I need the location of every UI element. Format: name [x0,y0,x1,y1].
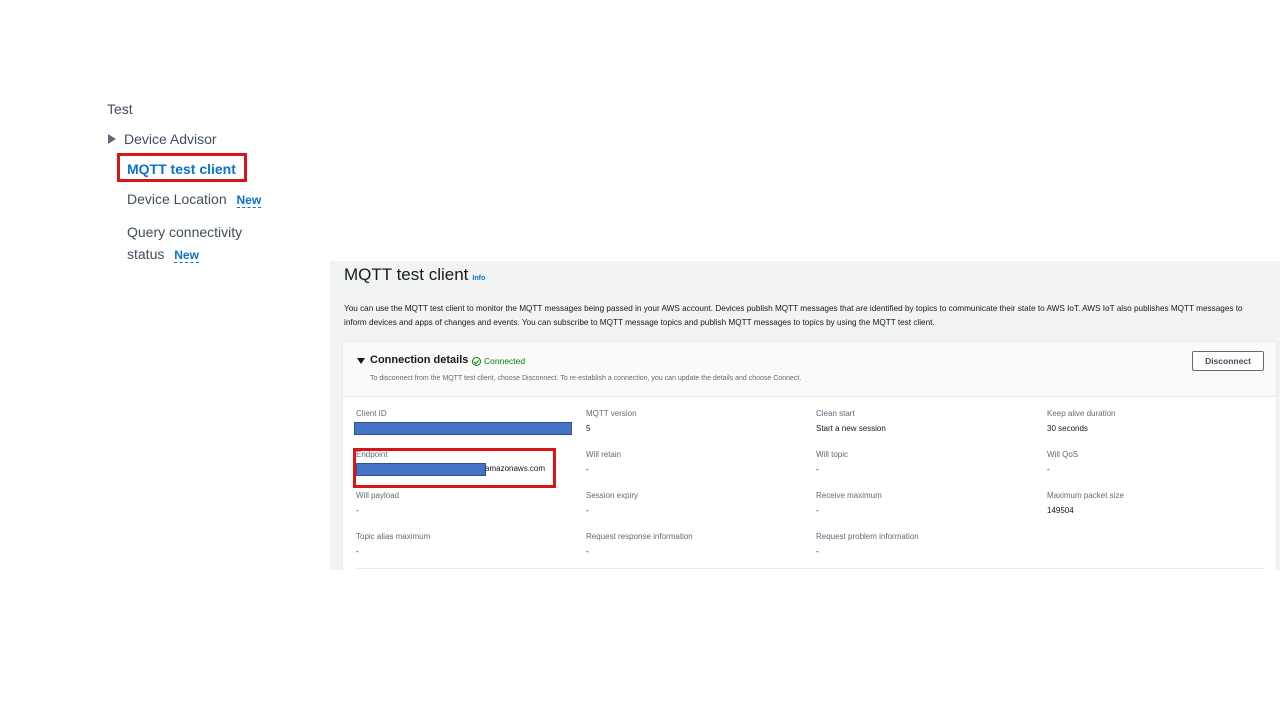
field-value: - [586,465,589,474]
field-value: - [586,547,589,556]
nav-item-label: Device Location [127,191,227,207]
redacted-client-id [354,422,572,435]
nav-item-mqtt-test-client[interactable]: MQTT test client [127,161,236,177]
field-value: - [816,465,819,474]
nav-item-device-advisor[interactable]: Device Advisor [108,131,217,147]
field-label: Will retain [586,450,622,459]
field-value: 30 seconds [1047,424,1088,433]
field-request-response-information: Request response information - [586,532,796,558]
nav-item-label: Device Advisor [124,131,217,147]
field-value: 5 [586,424,591,433]
field-value: amazonaws.com [485,464,546,473]
field-mqtt-version: MQTT version 5 [586,409,796,435]
field-will-qos: Will QoS - [1047,450,1257,476]
new-badge: New [174,248,199,263]
nav-item-query-connectivity-status[interactable]: Query connectivity status New [127,221,277,266]
disconnect-button[interactable]: Disconnect [1192,351,1264,371]
card-title[interactable]: Connection details [370,354,468,366]
card-subtitle: To disconnect from the MQTT test client,… [370,375,802,382]
nav-section-test: Test [107,101,133,117]
field-maximum-packet-size: Maximum packet size 149504 [1047,491,1257,517]
field-value: 149504 [1047,506,1074,515]
field-label: Keep alive duration [1047,409,1116,418]
field-value: - [816,547,819,556]
field-label: Will topic [816,450,849,459]
field-clean-start: Clean start Start a new session [816,409,1026,435]
field-label: Request problem information [816,532,919,541]
field-topic-alias-maximum: Topic alias maximum - [356,532,566,558]
status-text: Connected [484,356,526,366]
collapse-caret-icon[interactable] [357,358,365,364]
field-label: Maximum packet size [1047,491,1124,500]
field-will-retain: Will retain - [586,450,796,476]
field-label: MQTT version [586,409,637,418]
page-description: You can use the MQTT test client to moni… [344,304,1243,327]
field-request-problem-information: Request problem information - [816,532,1026,558]
page-title: MQTT test client Info [344,265,486,284]
card-header: Connection details Connected To disconne… [343,342,1276,397]
field-value: - [1047,465,1050,474]
field-label: Clean start [816,409,855,418]
nav-item-device-location[interactable]: Device Location New [127,191,262,208]
field-label: Session expiry [586,491,639,500]
main-content: MQTT test client Info You can use the MQT… [330,261,1280,570]
field-receive-maximum: Receive maximum - [816,491,1026,517]
field-value: - [586,506,589,515]
field-value: - [356,547,359,556]
field-label: Client ID [356,409,387,418]
field-will-topic: Will topic - [816,450,1026,476]
field-label: Request response information [586,532,693,541]
connection-details-card: Connection details Connected To disconne… [342,341,1277,570]
field-value: - [356,506,359,515]
field-label: Topic alias maximum [356,532,431,541]
new-badge: New [236,193,262,208]
field-keep-alive-duration: Keep alive duration 30 seconds [1047,409,1257,435]
side-navigation: Test Device Advisor MQTT test client Dev… [0,0,320,300]
field-value: Start a new session [816,424,886,433]
info-link[interactable]: Info [472,275,485,282]
field-label: Will QoS [1047,450,1079,459]
redacted-endpoint [356,463,486,476]
field-value: - [816,506,819,515]
field-session-expiry: Session expiry - [586,491,796,517]
field-label: Endpoint [356,450,388,459]
divider [355,568,1265,569]
expand-caret-icon[interactable] [108,134,116,144]
check-circle-icon [472,356,481,366]
field-label: Receive maximum [816,491,882,500]
field-endpoint: Endpoint amazonaws.com [356,450,566,476]
field-will-payload: Will payload - [356,491,566,517]
field-label: Will payload [356,491,400,500]
connection-status: Connected [472,356,525,366]
